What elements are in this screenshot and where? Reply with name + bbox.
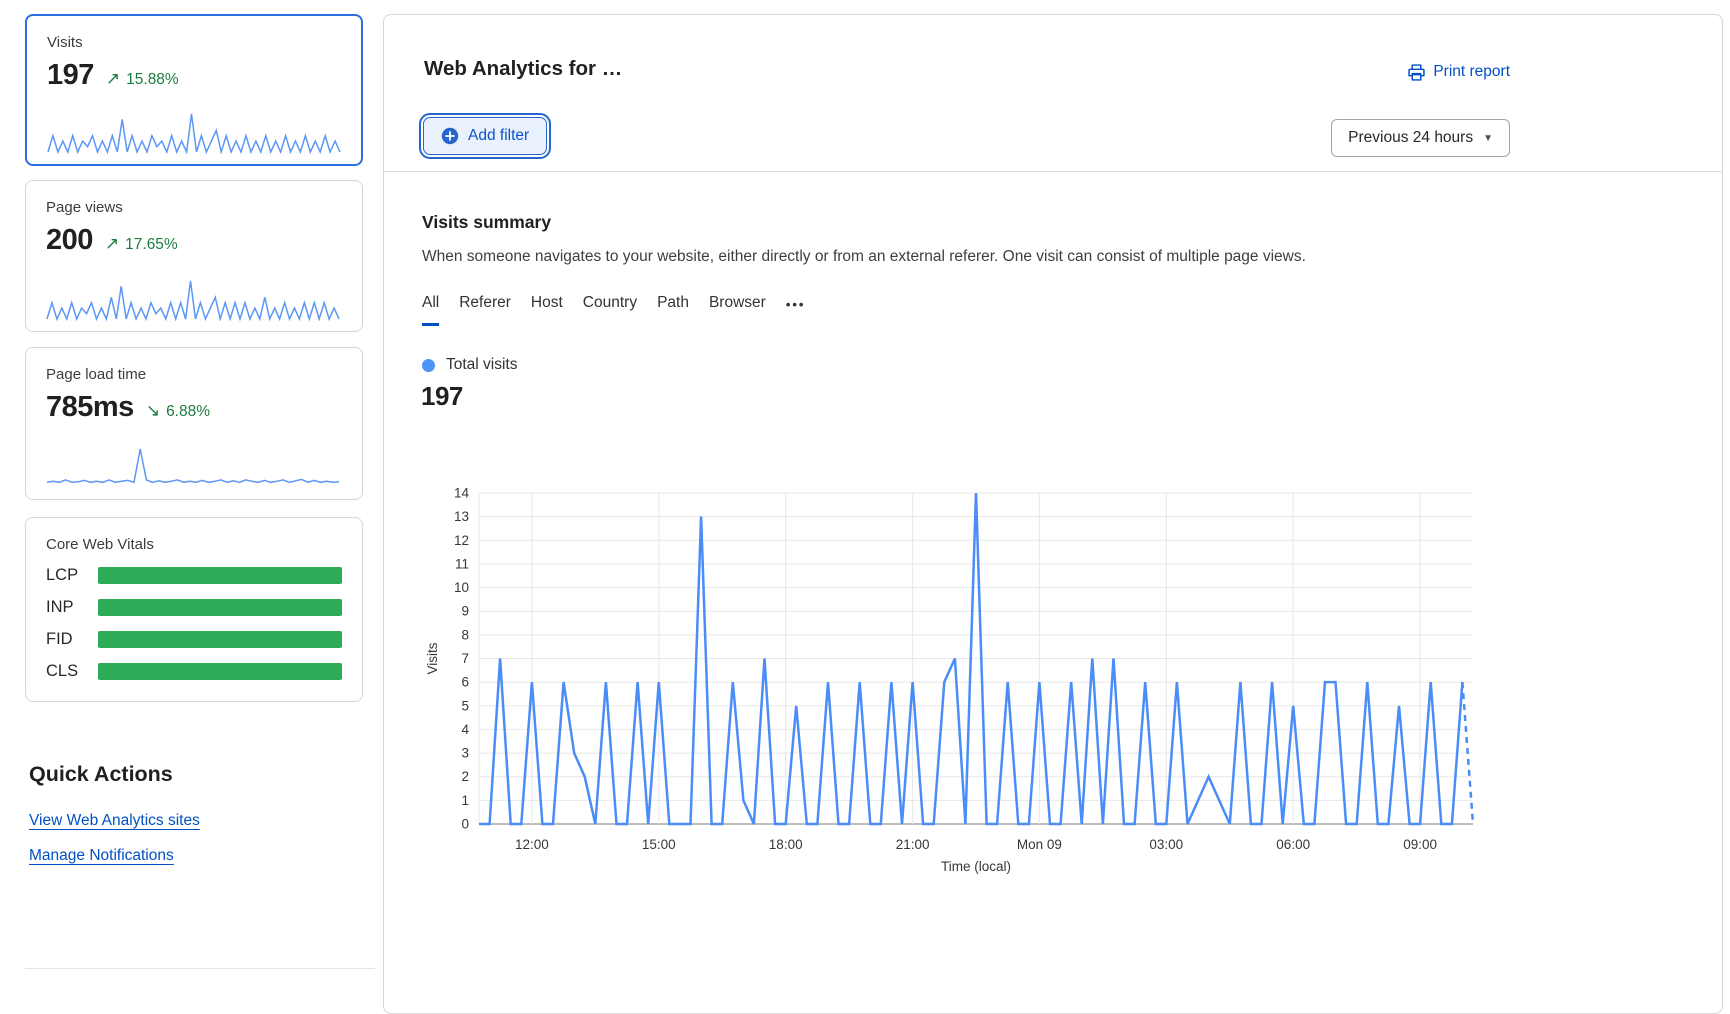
dimension-tabs: All Referer Host Country Path Browser ••…: [422, 294, 805, 318]
vital-row: INP: [46, 598, 342, 617]
visits-line-chart[interactable]: 0123456789101112131412:0015:0018:0021:00…: [421, 479, 1481, 879]
svg-text:11: 11: [455, 556, 469, 571]
vital-row: LCP: [46, 566, 342, 585]
trend-down-icon: ↘: [146, 401, 160, 421]
vital-label: CLS: [46, 662, 98, 681]
web-analytics-panel: Web Analytics for … Print report Add fil…: [383, 14, 1723, 1014]
metric-value: 197: [47, 59, 94, 92]
trend-percent: 6.88%: [166, 403, 210, 421]
svg-text:14: 14: [454, 486, 470, 501]
svg-text:5: 5: [461, 698, 469, 713]
vital-row: CLS: [46, 662, 342, 681]
svg-text:6: 6: [461, 675, 469, 690]
svg-text:Time (local): Time (local): [941, 859, 1011, 874]
metric-card-page-views[interactable]: Page views 200 ↗ 17.65%: [25, 180, 363, 332]
add-filter-label: Add filter: [468, 127, 529, 145]
trend-percent: 17.65%: [125, 236, 178, 254]
trend-indicator: ↗ 15.88%: [106, 69, 179, 89]
visits-summary-title: Visits summary: [422, 212, 551, 233]
date-range-label: Previous 24 hours: [1348, 129, 1473, 147]
add-filter-button[interactable]: Add filter: [423, 117, 547, 155]
tab-path[interactable]: Path: [657, 294, 689, 318]
tab-all[interactable]: All: [422, 294, 439, 318]
svg-text:10: 10: [454, 580, 469, 595]
trend-up-icon: ↗: [106, 69, 120, 89]
tab-country[interactable]: Country: [583, 294, 637, 318]
visits-summary-description: When someone navigates to your website, …: [422, 248, 1306, 266]
cls-status-bar: [98, 663, 342, 680]
svg-text:8: 8: [461, 627, 469, 642]
lcp-status-bar: [98, 567, 342, 584]
svg-text:4: 4: [461, 722, 469, 737]
tab-referer[interactable]: Referer: [459, 294, 511, 318]
visits-sparkline: [46, 108, 342, 154]
quick-actions-heading: Quick Actions: [29, 762, 173, 787]
metric-card-page-load-time[interactable]: Page load time 785ms ↘ 6.88%: [25, 347, 363, 500]
card-title: Visits: [47, 34, 341, 51]
legend-dot-icon: [422, 359, 435, 372]
metric-card-visits[interactable]: Visits 197 ↗ 15.88%: [25, 14, 363, 166]
trend-percent: 15.88%: [126, 71, 179, 89]
trend-up-icon: ↗: [105, 234, 119, 254]
vital-row: FID: [46, 630, 342, 649]
view-web-analytics-sites-link[interactable]: View Web Analytics sites: [29, 812, 200, 830]
svg-text:12:00: 12:00: [515, 837, 549, 852]
sidebar-divider: [25, 968, 375, 969]
inp-status-bar: [98, 599, 342, 616]
chart-legend: Total visits: [422, 356, 518, 374]
trend-indicator: ↘ 6.88%: [146, 401, 210, 421]
svg-text:9: 9: [461, 604, 469, 619]
plus-circle-icon: [441, 127, 459, 145]
header-divider: [384, 171, 1722, 172]
print-report-label: Print report: [1433, 63, 1510, 81]
fid-status-bar: [98, 631, 342, 648]
card-title: Page views: [46, 199, 342, 216]
vital-label: LCP: [46, 566, 98, 585]
svg-text:Mon 09: Mon 09: [1017, 837, 1062, 852]
svg-text:09:00: 09:00: [1403, 837, 1437, 852]
card-title: Core Web Vitals: [46, 536, 342, 553]
metric-value: 200: [46, 224, 93, 257]
svg-text:7: 7: [461, 651, 469, 666]
trend-indicator: ↗ 17.65%: [105, 234, 178, 254]
svg-text:21:00: 21:00: [896, 837, 930, 852]
svg-text:1: 1: [461, 793, 469, 808]
date-range-dropdown[interactable]: Previous 24 hours ▼: [1331, 119, 1510, 157]
vital-label: FID: [46, 630, 98, 649]
core-web-vitals-card: Core Web Vitals LCP INP FID CLS: [25, 517, 363, 702]
ellipsis-icon[interactable]: •••: [786, 297, 806, 316]
svg-text:15:00: 15:00: [642, 837, 676, 852]
print-report-link[interactable]: Print report: [1408, 63, 1510, 81]
tab-host[interactable]: Host: [531, 294, 563, 318]
svg-text:Visits: Visits: [425, 642, 440, 674]
vital-label: INP: [46, 598, 98, 617]
svg-text:3: 3: [461, 746, 469, 761]
svg-text:13: 13: [454, 509, 469, 524]
manage-notifications-link[interactable]: Manage Notifications: [29, 847, 174, 865]
page-title: Web Analytics for …: [424, 57, 622, 81]
page-load-time-sparkline: [45, 443, 343, 489]
svg-text:03:00: 03:00: [1149, 837, 1183, 852]
legend-label: Total visits: [446, 356, 518, 374]
svg-text:06:00: 06:00: [1276, 837, 1310, 852]
svg-text:12: 12: [454, 533, 469, 548]
chevron-down-icon: ▼: [1483, 133, 1493, 144]
svg-text:18:00: 18:00: [769, 837, 803, 852]
svg-text:2: 2: [461, 769, 469, 784]
card-title: Page load time: [46, 366, 342, 383]
metric-value: 785ms: [46, 391, 134, 424]
svg-text:0: 0: [461, 817, 469, 832]
total-visits-value: 197: [421, 381, 463, 412]
page-views-sparkline: [45, 275, 343, 321]
printer-icon: [1408, 64, 1425, 81]
tab-browser[interactable]: Browser: [709, 294, 766, 318]
